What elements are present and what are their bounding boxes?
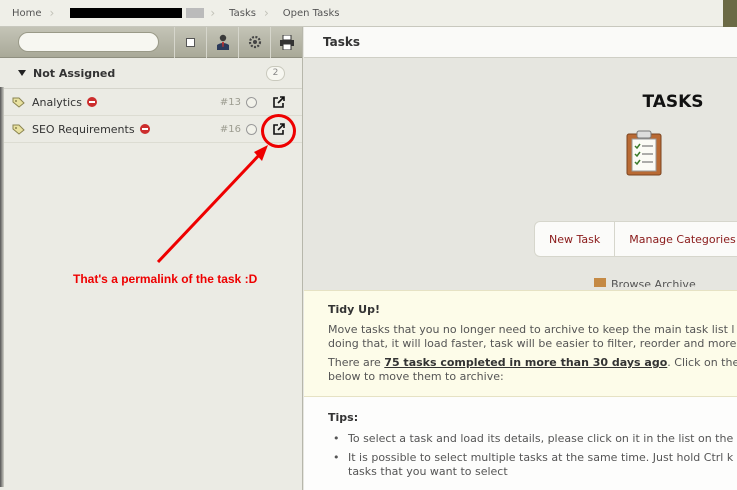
task-list-toolbar <box>0 26 302 58</box>
breadcrumb-open-tasks[interactable]: Open Tasks <box>271 0 346 27</box>
completed-tasks-link[interactable]: 75 tasks completed in more than 30 days … <box>384 356 667 369</box>
annotation-text: That's a permalink of the task :D <box>73 272 258 286</box>
task-row[interactable]: SEO Requirements #16 <box>0 116 302 143</box>
clipboard-icon <box>626 130 662 176</box>
tag-icon <box>12 124 25 135</box>
main-panel: Tasks TASKS New Task Manage Categories B… <box>304 27 737 490</box>
task-number: #13 <box>219 96 241 108</box>
manage-categories-button[interactable]: Manage Categories <box>614 222 737 256</box>
checkbox-icon[interactable] <box>186 37 195 47</box>
breadcrumb-redacted-tail <box>186 8 205 18</box>
tip-item: To select a task and load its details, p… <box>328 432 737 446</box>
window-corner <box>723 0 737 27</box>
tidy-up-title: Tidy Up! <box>328 303 380 316</box>
printer-icon <box>279 34 294 50</box>
chevron-right-icon: › <box>263 6 269 20</box>
breadcrumb-redacted-project[interactable] <box>70 8 183 18</box>
task-title[interactable]: SEO Requirements <box>32 123 135 136</box>
tidy-up-line: below to move them to archive: <box>328 370 504 383</box>
tidy-up-paragraph: Move tasks that you no longer need to ar… <box>328 323 737 351</box>
search-input[interactable] <box>18 32 159 52</box>
browse-archive-label: Browse Archive <box>611 278 696 287</box>
tip-line: tasks that you want to select <box>348 465 508 478</box>
complete-task-checkbox[interactable] <box>246 96 257 108</box>
tidy-up-text: . Click on the <box>667 356 737 369</box>
person-icon <box>216 34 229 50</box>
tidy-up-line: doing that, it will load faster, task wi… <box>328 337 737 350</box>
main-header-title: Tasks <box>304 27 737 58</box>
complete-task-checkbox[interactable] <box>246 123 257 135</box>
expand-triangle-icon[interactable] <box>18 70 26 76</box>
breadcrumb-tasks[interactable]: Tasks <box>217 0 262 27</box>
task-list-panel: Not Assigned 2 Analytics #13 SEO Require… <box>0 26 303 490</box>
chevron-right-icon: › <box>49 6 55 20</box>
panel-shadow-edge <box>0 87 4 487</box>
tidy-up-line: Move tasks that you no longer need to ar… <box>328 323 735 336</box>
group-not-assigned[interactable]: Not Assigned 2 <box>0 58 302 89</box>
breadcrumb: Home › › Tasks › Open Tasks <box>0 0 737 27</box>
annotation-circle <box>261 114 296 148</box>
assignee-filter-button[interactable] <box>206 26 238 58</box>
tidy-up-notice: Tidy Up! Move tasks that you no longer n… <box>304 290 737 397</box>
group-label: Not Assigned <box>33 66 116 80</box>
tip-line: It is possible to select multiple tasks … <box>348 451 734 464</box>
archive-box-icon <box>594 278 606 287</box>
tip-item: It is possible to select multiple tasks … <box>328 451 737 479</box>
task-row[interactable]: Analytics #13 <box>0 89 302 116</box>
priority-high-icon <box>139 124 150 134</box>
chevron-right-icon: › <box>210 6 216 20</box>
tidy-up-paragraph: There are 75 tasks completed in more tha… <box>328 356 737 384</box>
tidy-up-text: There are <box>328 356 385 369</box>
task-number: #16 <box>219 123 241 135</box>
group-count-badge: 2 <box>266 65 285 81</box>
select-all-button[interactable] <box>174 26 206 58</box>
settings-button[interactable] <box>238 26 270 58</box>
page-title: TASKS <box>642 92 704 112</box>
print-button[interactable] <box>270 26 302 58</box>
tips-section: Tips: To select a task and load its deta… <box>304 397 737 490</box>
gear-icon <box>248 35 261 49</box>
task-actions-button-group: New Task Manage Categories <box>534 221 737 257</box>
task-title[interactable]: Analytics <box>32 96 82 109</box>
tips-title: Tips: <box>328 411 359 424</box>
tips-list: To select a task and load its details, p… <box>328 432 737 479</box>
priority-high-icon <box>86 97 97 107</box>
permalink-icon[interactable] <box>273 96 285 108</box>
breadcrumb-home[interactable]: Home <box>0 0 48 27</box>
tag-icon <box>12 97 25 108</box>
new-task-button[interactable]: New Task <box>535 222 614 256</box>
browse-archive-link[interactable]: Browse Archive <box>594 278 696 287</box>
